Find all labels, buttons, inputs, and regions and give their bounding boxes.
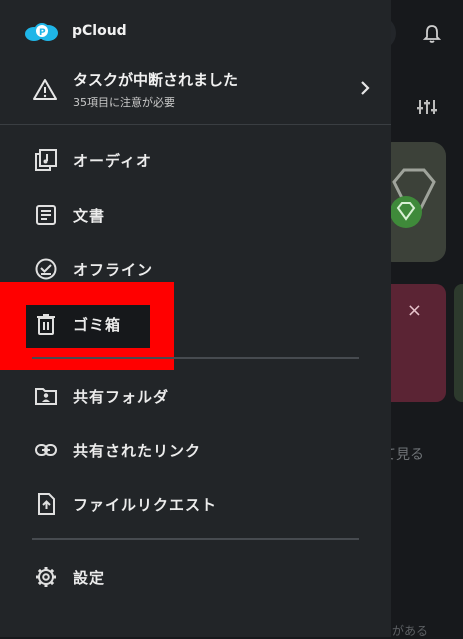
navigation-drawer: P pCloud タスクが中断されました 35項目に注意が必要 オーディオ 文書… (0, 0, 391, 637)
diamond-icon (390, 168, 436, 228)
menu-label-shared-links: 共有されたリンク (73, 441, 202, 460)
menu-label-shared-folders: 共有フォルダ (73, 387, 170, 406)
next-card-edge (454, 284, 463, 402)
audio-library-icon (35, 149, 57, 171)
file-upload-icon (38, 493, 55, 515)
menu-label-file-requests: ファイルリクエスト (73, 495, 218, 514)
warning-icon (33, 79, 57, 100)
brand: P pCloud (24, 18, 127, 44)
menu-label-trash: ゴミ箱 (73, 315, 122, 334)
notification-bell-icon[interactable] (423, 24, 441, 44)
menu-label-documents: 文書 (73, 206, 106, 225)
chevron-right-icon (361, 81, 370, 95)
interrupted-tasks-alert[interactable]: タスクが中断されました 35項目に注意が必要 (0, 60, 391, 125)
menu-label-settings: 設定 (73, 568, 106, 587)
menu-item-settings[interactable]: 設定 (0, 557, 391, 597)
close-icon[interactable]: × (407, 300, 422, 321)
offline-check-icon (35, 258, 57, 280)
menu-label-offline: オフライン (73, 260, 154, 279)
trash-icon (37, 314, 55, 335)
menu-item-shared-links[interactable]: 共有されたリンク (0, 430, 391, 470)
svg-text:P: P (39, 28, 46, 38)
menu-item-trash[interactable]: ゴミ箱 (0, 304, 391, 344)
menu-label-audio: オーディオ (73, 151, 152, 170)
background-text: がある (392, 624, 429, 638)
pcloud-logo-icon: P (25, 23, 58, 41)
filter-icon[interactable] (417, 98, 437, 116)
app-name: pCloud (72, 23, 127, 39)
divider (32, 357, 359, 359)
alert-title: タスクが中断されました (73, 71, 239, 89)
menu-item-documents[interactable]: 文書 (0, 195, 391, 235)
alert-subtitle: 35項目に注意が必要 (73, 96, 175, 109)
link-icon (35, 444, 57, 456)
divider (32, 538, 359, 540)
shared-folder-icon (35, 388, 57, 405)
gear-icon (36, 567, 56, 587)
menu-item-shared-folders[interactable]: 共有フォルダ (0, 376, 391, 416)
menu-item-audio[interactable]: オーディオ (0, 140, 391, 180)
document-icon (36, 205, 56, 225)
menu-item-file-requests[interactable]: ファイルリクエスト (0, 484, 391, 524)
